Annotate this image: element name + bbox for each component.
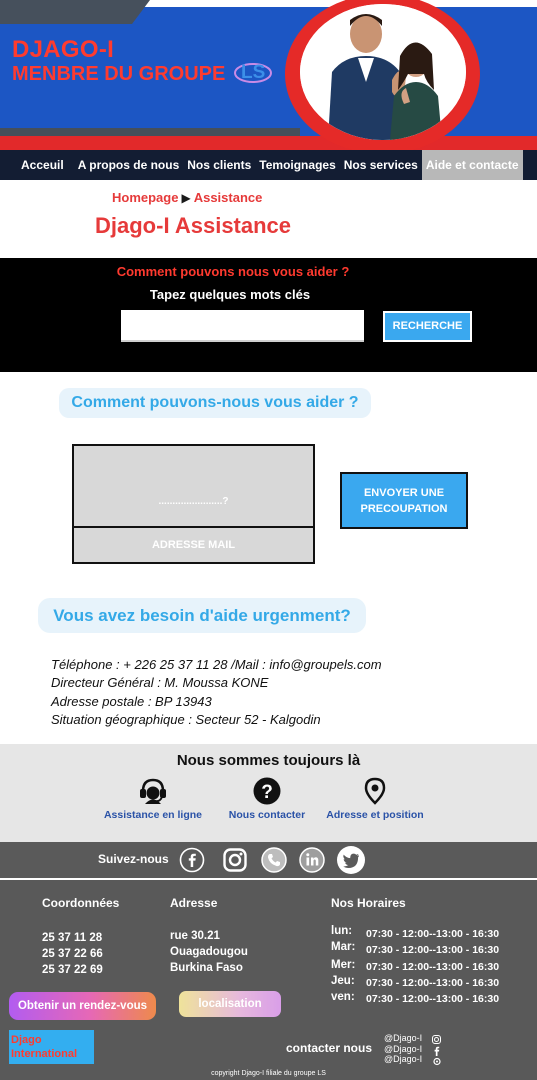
ls-logo-text: LS xyxy=(241,62,265,83)
handle-facebook[interactable]: @Djago-I xyxy=(384,1044,422,1055)
linkedin-icon[interactable] xyxy=(299,847,325,873)
search-hint: Tapez quelques mots clés xyxy=(149,287,311,302)
map-pin-icon xyxy=(364,777,386,805)
headset-icon xyxy=(140,778,166,804)
instagram-icon[interactable] xyxy=(222,847,248,873)
search-input[interactable] xyxy=(121,310,364,342)
hours-time-1: 07:30 - 12:00--13:00 - 16:30 xyxy=(366,928,500,940)
small-instagram-icon xyxy=(432,1035,441,1044)
footer-coords-title: Coordonnées xyxy=(42,896,120,910)
svg-text:?: ? xyxy=(261,782,273,803)
facebook-icon[interactable] xyxy=(179,847,205,873)
appointment-button[interactable]: Obtenir un rendez-vous xyxy=(9,992,156,1020)
breadcrumb: Homepage ▶ Assistance xyxy=(112,190,262,205)
hours-time-2: 07:30 - 12:00--13:00 - 16:30 xyxy=(366,944,500,956)
follow-label: Suivez-nous xyxy=(98,852,169,866)
search-button[interactable]: RECHERCHE xyxy=(383,311,472,342)
always-here-title: Nous sommes toujours là xyxy=(176,752,361,769)
hours-time-4: 07:30 - 12:00--13:00 - 16:30 xyxy=(366,977,500,989)
main-nav: Acceuil A propos de nous Nos clients Tem… xyxy=(0,150,537,180)
djago-box-line2: International xyxy=(11,1048,78,1060)
footer-phone-2: 25 37 22 66 xyxy=(42,948,103,960)
handle-instagram[interactable]: @Djago-I xyxy=(384,1033,422,1044)
nav-item-a-propos[interactable]: A propos de nous xyxy=(74,150,184,180)
page-title: Djago-I Assistance xyxy=(95,213,292,238)
footer-phone-3: 25 37 22 69 xyxy=(42,964,103,976)
contact-us-link[interactable]: ? Nous contacter xyxy=(222,777,312,821)
email-field[interactable]: ADRESSE MAIL xyxy=(72,526,315,564)
contact-details: Téléphone : + 226 25 37 11 28 /Mail : in… xyxy=(51,656,382,729)
footer-address-city: Ouagadougou xyxy=(170,946,248,958)
online-assistance-label: Assistance en ligne xyxy=(103,809,203,821)
contact-postal: Adresse postale : BP 13943 xyxy=(51,693,212,709)
handle-icons xyxy=(432,1035,441,1066)
djago-international-box: Djago International xyxy=(9,1030,94,1064)
footer-address-title: Adresse xyxy=(170,896,218,910)
message-textarea[interactable] xyxy=(72,444,315,527)
nav-item-services[interactable]: Nos services xyxy=(340,150,422,180)
ls-logo-icon: LS xyxy=(234,62,272,83)
hours-day-2: Mar: xyxy=(331,941,356,953)
twitter-icon[interactable] xyxy=(336,845,366,875)
hours-day-3: Mer: xyxy=(331,959,356,971)
footer-phone-list: 25 37 11 28 25 37 22 66 25 37 22 69 xyxy=(42,930,103,978)
small-facebook-icon xyxy=(434,1046,440,1056)
nav-item-aide-contacte[interactable]: Aide et contacte xyxy=(421,150,523,180)
footer-address-country: Burkina Faso xyxy=(170,962,243,974)
question-icon: ? xyxy=(253,777,281,805)
hours-day-5: ven: xyxy=(331,991,355,1003)
brand-tagline: MENBRE DU GROUPE xyxy=(12,63,226,85)
handle-other[interactable]: @Djago-I xyxy=(384,1054,422,1065)
hours-day-4: Jeu: xyxy=(331,975,355,987)
hours-time-5: 07:30 - 12:00--13:00 - 16:30 xyxy=(366,993,500,1005)
hours-day-1: lun: xyxy=(331,925,353,937)
contact-location: Situation géographique : Secteur 52 - Ka… xyxy=(51,711,321,727)
breadcrumb-current: Assistance xyxy=(193,190,263,205)
search-question: Comment pouvons nous vous aider ? xyxy=(116,264,350,279)
team-photo xyxy=(300,4,466,140)
copyright: copyright Djago-I filiale du groupe LS xyxy=(211,1070,326,1077)
nav-item-clients[interactable]: Nos clients xyxy=(183,150,255,180)
message-placeholder: .......................? xyxy=(158,496,229,507)
footer-address-list: rue 30.21 Ouagadougou Burkina Faso xyxy=(170,928,248,976)
social-handles: @Djago-I @Djago-I @Djago-I xyxy=(384,1033,422,1065)
contact-director: Directeur Général : M. Moussa KONE xyxy=(51,675,269,691)
contact-us-footer-label: contacter nous xyxy=(286,1041,373,1055)
team-people-image xyxy=(300,4,466,140)
help-heading: Comment pouvons-nous vous aider ? xyxy=(59,388,371,418)
localisation-button[interactable]: localisation xyxy=(179,991,281,1017)
nav-item-accueil[interactable]: Acceuil xyxy=(17,150,68,180)
footer-address-street: rue 30.21 xyxy=(170,930,220,942)
contact-us-label: Nous contacter xyxy=(228,809,306,821)
footer-phone-1: 25 37 11 28 xyxy=(42,932,103,944)
nav-item-temoignages[interactable]: Temoignages xyxy=(255,150,339,180)
breadcrumb-arrow-icon: ▶ xyxy=(181,190,191,205)
send-concern-label: ENVOYER UNE PRECOUPATION xyxy=(360,486,448,515)
banner-red-band xyxy=(0,136,537,150)
phone-icon[interactable] xyxy=(261,847,287,873)
djago-box-line1: Djago xyxy=(11,1034,42,1046)
banner-dark-corner xyxy=(0,0,150,24)
address-position-link[interactable]: Adresse et position xyxy=(322,777,428,821)
hours-time-3: 07:30 - 12:00--13:00 - 16:30 xyxy=(366,961,500,973)
footer-hours-title: Nos Horaires xyxy=(331,896,406,910)
breadcrumb-home[interactable]: Homepage xyxy=(112,190,178,205)
contact-phone-mail: Téléphone : + 226 25 37 11 28 /Mail : in… xyxy=(51,657,382,672)
brand-name: DJAGO-I xyxy=(12,36,115,63)
urgent-heading: Vous avez besoin d'aide urgenment? xyxy=(38,598,366,633)
address-position-label: Adresse et position xyxy=(326,809,424,821)
send-concern-button[interactable]: ENVOYER UNE PRECOUPATION xyxy=(340,472,468,529)
online-assistance-link[interactable]: Assistance en ligne xyxy=(98,777,208,821)
